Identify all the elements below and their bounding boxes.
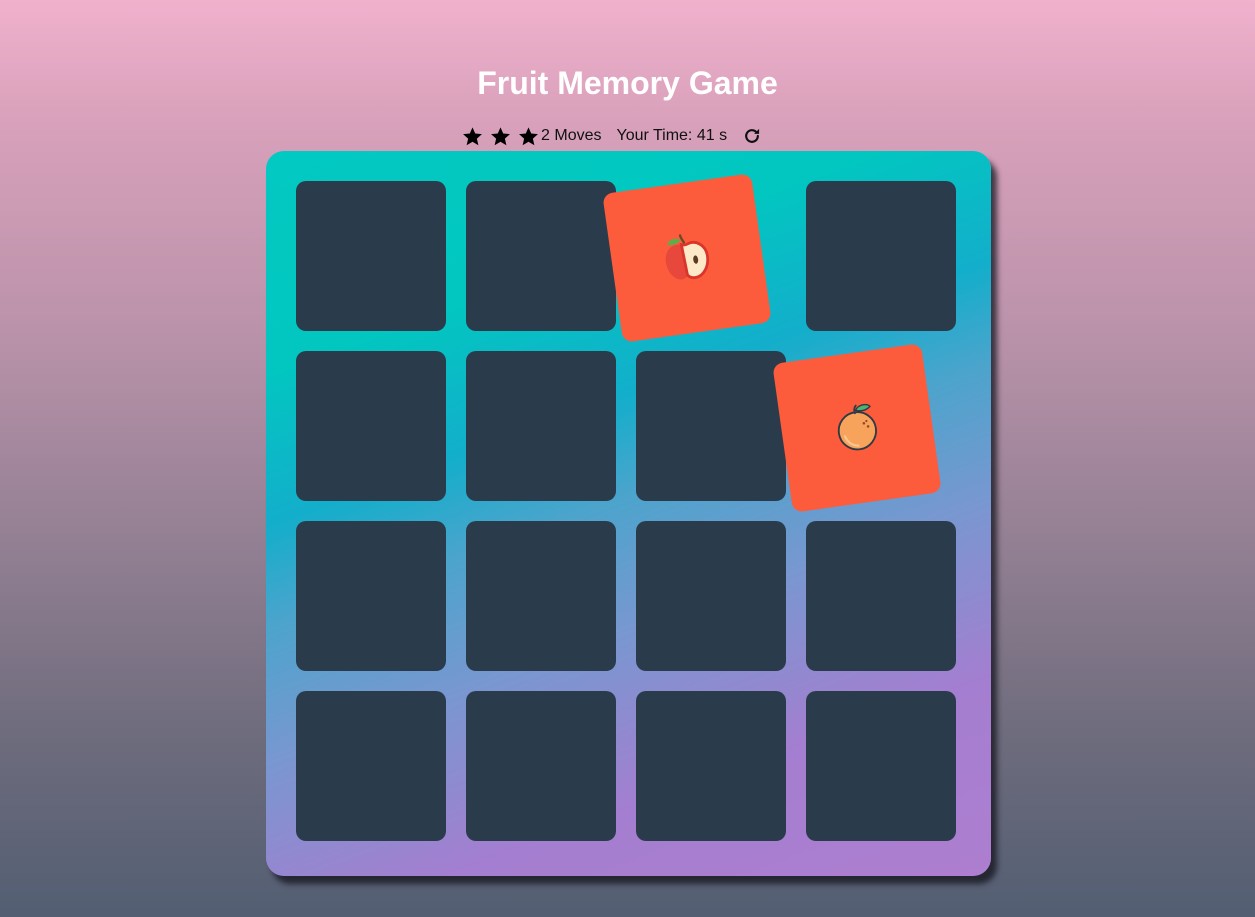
card[interactable] (636, 351, 786, 501)
timer-unit: s (719, 127, 728, 144)
card[interactable] (636, 691, 786, 841)
card[interactable] (296, 521, 446, 671)
card-apple[interactable] (602, 173, 772, 343)
card-deck (266, 151, 991, 876)
card[interactable] (636, 521, 786, 671)
card[interactable] (466, 351, 616, 501)
card[interactable] (296, 181, 446, 331)
card-orange[interactable] (772, 343, 942, 513)
game-title: Fruit Memory Game (477, 65, 778, 101)
star-rating (462, 126, 539, 147)
timer-value: 41 (696, 127, 715, 144)
orange-icon (837, 403, 877, 451)
restart-icon[interactable] (742, 126, 762, 146)
moves-counter: 2 Moves (541, 127, 601, 145)
card[interactable] (806, 691, 956, 841)
apple-icon (665, 234, 710, 280)
card[interactable] (296, 691, 446, 841)
card[interactable] (296, 351, 446, 501)
score-panel: 2 Moves Your Time: 41 s (462, 124, 762, 148)
moves-label: Moves (554, 127, 602, 144)
timer-label: Your Time: (616, 127, 693, 144)
card[interactable] (806, 521, 956, 671)
timer: Your Time: 41 s (616, 127, 727, 145)
card[interactable] (806, 181, 956, 331)
moves-count: 2 (541, 127, 550, 144)
star-icon (519, 126, 538, 145)
card[interactable] (466, 181, 616, 331)
card[interactable] (466, 521, 616, 671)
card[interactable] (466, 691, 616, 841)
star-icon (491, 126, 510, 145)
star-icon (463, 126, 482, 145)
